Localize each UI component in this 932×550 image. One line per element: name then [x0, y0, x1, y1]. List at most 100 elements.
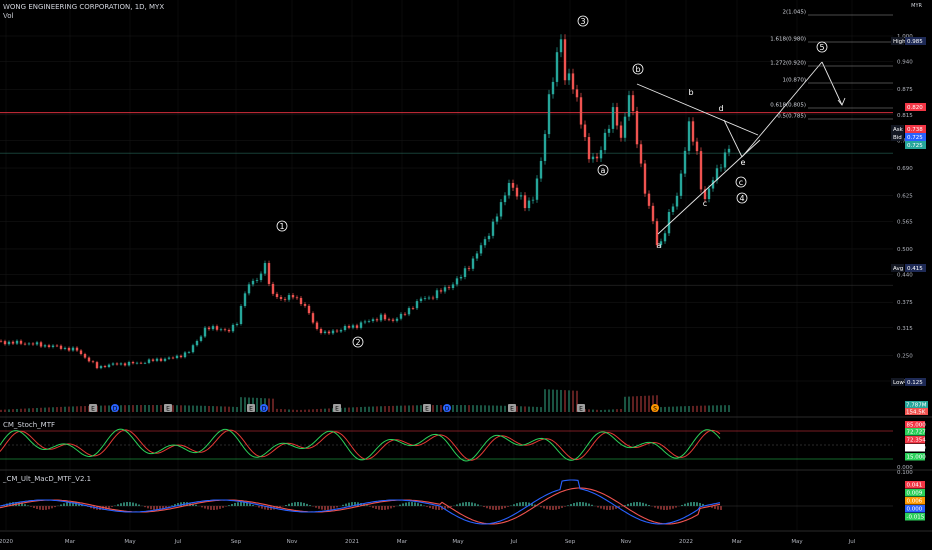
candle-body [267, 263, 271, 284]
volume-bar [284, 409, 286, 412]
volume-bar [604, 409, 606, 412]
macd-histogram-bar [504, 506, 506, 509]
macd-histogram-bar [648, 504, 650, 506]
candle-body [611, 107, 615, 129]
macd-histogram-bar [720, 506, 722, 510]
volume-bar [84, 406, 86, 412]
candle-body [215, 326, 219, 330]
candle-body [379, 314, 383, 321]
macd-histogram-bar [582, 502, 584, 506]
macd-histogram-bar [489, 506, 491, 510]
elliott-wave-drawings[interactable] [636, 61, 846, 235]
time-tick-label: Jul [848, 539, 856, 545]
candle-body [91, 361, 95, 363]
macd-histogram-bar [303, 502, 305, 506]
candle-body [343, 326, 347, 331]
volume-bar [52, 407, 54, 412]
volume-bar [700, 405, 702, 412]
macd-histogram-bar [675, 506, 677, 508]
candle-body [571, 73, 575, 90]
volume-bar [456, 405, 458, 412]
volume-bar [324, 408, 326, 412]
macd-histogram-bar [345, 503, 347, 506]
candlestick-series[interactable] [0, 34, 731, 370]
volume-bar [432, 405, 434, 412]
candle-body [311, 313, 315, 323]
macd-histogram-bar [690, 502, 692, 506]
candle-body [631, 95, 635, 112]
candle-body [643, 163, 647, 194]
candle-body [199, 336, 203, 341]
macd-histogram-bar [669, 506, 671, 510]
volume-bar [24, 408, 26, 412]
macd-histogram-bar [297, 502, 299, 506]
volume-bar [172, 405, 174, 412]
candle-body [679, 173, 683, 196]
macd-histogram-bar [414, 502, 416, 506]
macd-histogram-bar [564, 506, 566, 507]
stoch-tag-value: 72.354 [907, 438, 927, 444]
fibonacci-extension[interactable]: 2(1.045) 1.618(0.980) 1.272(0.920) 1(0.870)… [770, 10, 893, 120]
wave-label: 4 [739, 194, 744, 203]
candle-body [487, 235, 491, 240]
volume-bar [320, 408, 322, 412]
price-tick-label: 0.375 [897, 300, 913, 306]
candle-body [147, 359, 151, 363]
volume-bar [564, 390, 566, 412]
macd-histogram-bar [495, 506, 497, 510]
volume-bar [204, 405, 206, 412]
macd-histogram-bar [588, 503, 590, 506]
volume-bar [560, 389, 562, 412]
macd-histogram-bar [657, 506, 659, 509]
candle-body [155, 358, 159, 361]
macd-histogram-bar [108, 506, 110, 509]
volume-bar [56, 407, 58, 412]
wave-label: a [657, 241, 662, 250]
macd-histogram-bar [222, 506, 224, 508]
candle-body [103, 366, 107, 368]
volume-bar [708, 405, 710, 412]
macd-histogram-bar [462, 502, 464, 506]
time-tick-label: Mar [732, 539, 743, 545]
macd-histogram-bar [327, 506, 329, 510]
volume-bar [676, 406, 678, 412]
macd-histogram-bar [468, 502, 470, 506]
volume-bar [388, 405, 390, 412]
candle-body [183, 352, 187, 358]
volume-bar [8, 409, 10, 412]
wave-label: d [718, 104, 723, 113]
volume-bar [412, 405, 414, 412]
macd-histogram-bar [408, 502, 410, 506]
trend-line [636, 83, 759, 136]
volume-bar [452, 405, 454, 412]
macd-histogram-bar [42, 506, 44, 510]
volume-bar [468, 405, 470, 412]
candle-body [235, 323, 239, 325]
macd-histogram-bar [636, 502, 638, 506]
candle-body [403, 313, 407, 315]
volume-bar [436, 405, 438, 412]
event-dividend-label: D [445, 406, 450, 413]
candle-body [271, 283, 275, 294]
volume-bar [212, 406, 214, 412]
volume-bar [200, 405, 202, 412]
volume-bar [220, 406, 222, 412]
macd-line [0, 479, 721, 525]
macd-histogram-bar [600, 506, 602, 509]
macd-histogram-bar [111, 506, 113, 507]
volume-bar [328, 408, 330, 412]
candle-body [467, 268, 471, 270]
volume-bar [148, 405, 150, 412]
candle-body [163, 358, 167, 361]
chart-canvas[interactable]: 2(1.045) 1.618(0.980) 1.272(0.920) 1(0.870)… [0, 0, 932, 550]
macd-histogram-bar [555, 506, 557, 510]
volume-bar [668, 406, 670, 412]
candle-body [563, 39, 567, 81]
horizontal-price-lines [0, 112, 893, 286]
volume-bar [64, 406, 66, 412]
price-tag-name: High [893, 39, 906, 45]
wave-label: 5 [819, 43, 824, 52]
macd-histogram-bar [576, 502, 578, 506]
candle-body [615, 107, 619, 126]
volume-bar [680, 406, 682, 412]
